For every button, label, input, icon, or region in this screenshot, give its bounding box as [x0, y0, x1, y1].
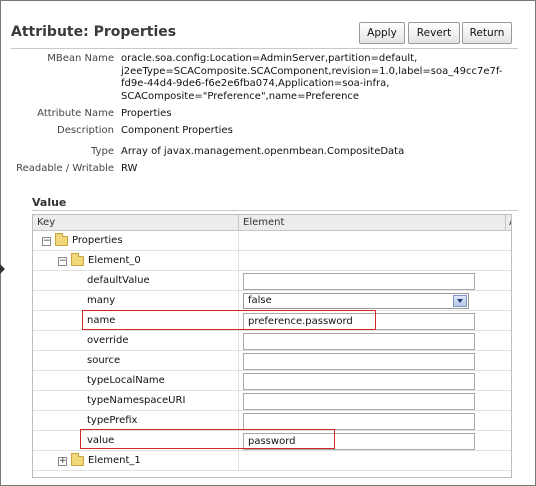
type-label: Type: [91, 146, 114, 157]
table-row: defaultValue: [33, 271, 511, 291]
tree-row-properties: − Properties: [33, 231, 511, 251]
override-input[interactable]: [243, 333, 475, 350]
tree-node-label: Element_0: [88, 255, 141, 266]
expand-toggle-icon[interactable]: +: [58, 457, 67, 466]
panel-collapse-handle[interactable]: [0, 262, 5, 276]
tree-node-label: Element_1: [88, 455, 141, 466]
cell-divider: [238, 231, 239, 251]
table-row: typePrefix: [33, 411, 511, 431]
cell-divider: [238, 271, 239, 291]
cell-divider: [238, 371, 239, 391]
mbean-name-value: oracle.soa.config:Location=AdminServer,p…: [121, 53, 506, 103]
cell-divider: [238, 251, 239, 271]
description-label: Description: [57, 125, 114, 136]
value-section-title: Value: [32, 196, 67, 209]
title-divider: [11, 48, 518, 49]
return-button[interactable]: Return: [462, 22, 512, 44]
table-row: typeNamespaceURI: [33, 391, 511, 411]
typeprefix-input[interactable]: [243, 413, 475, 430]
table-header: Key Element A: [33, 215, 511, 231]
table-row: typeLocalName: [33, 371, 511, 391]
table-row: override: [33, 331, 511, 351]
key-column-header[interactable]: Key: [37, 217, 55, 228]
attribute-name-label: Attribute Name: [37, 108, 114, 119]
cell-divider: [238, 451, 239, 471]
cell-divider: [238, 411, 239, 431]
extra-column-header[interactable]: A: [509, 217, 511, 228]
mbean-name-label: MBean Name: [47, 53, 114, 64]
cell-divider: [238, 291, 239, 311]
typelocalname-input[interactable]: [243, 373, 475, 390]
many-select[interactable]: false: [243, 293, 469, 309]
cell-divider: [238, 351, 239, 371]
mbean-line: oracle.soa.config:Location=AdminServer,p…: [121, 53, 418, 64]
type-value: Array of javax.management.openmbean.Comp…: [121, 146, 405, 157]
readable-writable-label: Readable / Writable: [16, 163, 114, 174]
property-key: many: [87, 295, 116, 306]
revert-button[interactable]: Revert: [408, 22, 460, 44]
description-value: Component Properties: [121, 125, 233, 136]
readable-writable-value: RW: [121, 163, 138, 174]
dropdown-arrow-icon[interactable]: [453, 295, 467, 307]
folder-icon: [71, 253, 84, 266]
typenamespaceuri-input[interactable]: [243, 393, 475, 410]
folder-icon: [71, 453, 84, 466]
property-key: override: [87, 335, 129, 346]
mbean-line: SCAComposite="Preference",name=Preferenc…: [121, 90, 360, 102]
property-key: defaultValue: [87, 275, 150, 286]
property-key: typePrefix: [87, 415, 138, 426]
column-divider: [505, 215, 506, 231]
property-key: typeLocalName: [87, 375, 165, 386]
collapse-toggle-icon[interactable]: −: [58, 257, 67, 266]
mbean-line: j2eeType=SCAComposite.SCAComponent,revis…: [121, 65, 503, 77]
highlight-box-name: [82, 310, 376, 330]
value-divider: [32, 210, 518, 211]
property-key: typeNamespaceURI: [87, 395, 186, 406]
tree-row-element-1: + Element_1: [33, 451, 511, 471]
collapse-toggle-icon[interactable]: −: [42, 237, 51, 246]
folder-icon: [55, 233, 68, 246]
property-key: source: [87, 355, 121, 366]
source-input[interactable]: [243, 353, 475, 370]
highlight-box-value: [80, 429, 335, 449]
table-row: source: [33, 351, 511, 371]
page-title: Attribute: Properties: [11, 24, 177, 40]
mbean-line: fd9e-44d4-9de6-f6e2e6fba074,Application=…: [121, 78, 390, 89]
table-row: many false: [33, 291, 511, 311]
column-divider: [238, 215, 239, 231]
apply-button[interactable]: Apply: [359, 22, 405, 44]
many-selected-value: false: [248, 295, 272, 306]
tree-row-element-0: − Element_0: [33, 251, 511, 271]
attribute-name-value: Properties: [121, 108, 172, 119]
cell-divider: [238, 391, 239, 411]
defaultvalue-input[interactable]: [243, 273, 475, 290]
element-column-header[interactable]: Element: [243, 217, 284, 228]
tree-node-label: Properties: [72, 235, 123, 246]
cell-divider: [238, 331, 239, 351]
